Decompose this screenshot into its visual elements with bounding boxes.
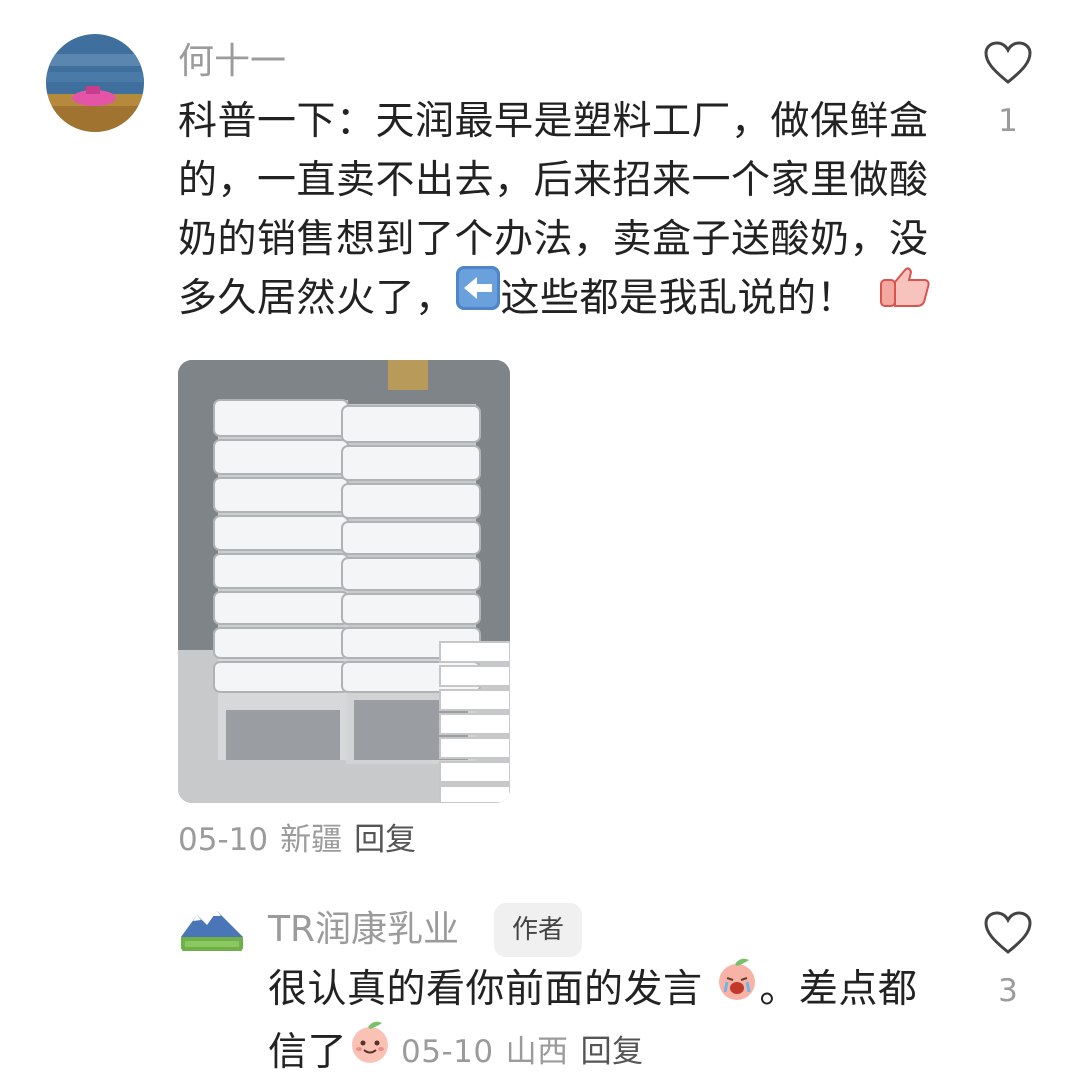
author-name[interactable]: TR润康乳业 [268, 912, 459, 948]
left-arrow-emoji-icon [455, 265, 501, 328]
commenter-avatar[interactable] [46, 34, 144, 132]
reply-line: 很认真的看你前面的发言 。差点都 [268, 958, 918, 1023]
author-avatar[interactable] [177, 897, 247, 967]
like-count: 1 [998, 103, 1018, 139]
comment-line: 多久居然火了， 这些都是我乱说的！ [178, 266, 931, 332]
reply-line-segment: 很认真的看你前面的发言 [268, 967, 703, 1012]
reply-text: 很认真的看你前面的发言 。差点都 信了 05-10 山西 回复 [268, 958, 918, 1086]
reply-line: 信了 05-10 山西 回复 [268, 1021, 917, 1086]
thumbs-up-emoji-icon [879, 266, 931, 327]
comment-photo[interactable] [178, 360, 510, 803]
comment-line-segment: 这些都是我乱说的！ [500, 276, 857, 321]
comment-line-segment: 多久居然火了， [178, 276, 455, 321]
reply-button[interactable]: 回复 [354, 822, 416, 858]
white-trays [439, 641, 510, 803]
heart-icon[interactable] [983, 910, 1033, 956]
heart-icon[interactable] [983, 40, 1033, 86]
reply-date: 05-10 [401, 1034, 494, 1070]
reply-region: 山西 [505, 1034, 569, 1070]
author-badge: 作者 [494, 903, 583, 957]
reply-meta: 05-10 山西 回复 [401, 1034, 644, 1070]
comment-line: 科普一下：天润最早是塑料工厂，做保鲜盒 [178, 99, 929, 144]
comment-line: 奶的销售想到了个办法，卖盒子送酸奶，没 [178, 217, 929, 262]
comment-region: 新疆 [280, 822, 343, 858]
comment-text: 科普一下：天润最早是塑料工厂，做保鲜盒 的，一直卖不出去，后来招来一个家里做酸 … [178, 92, 931, 332]
commenter-name[interactable]: 何十一 [178, 44, 286, 80]
reply-line-segment: 。差点都 [759, 967, 918, 1012]
crying-peach-emoji-icon [715, 956, 759, 1019]
reply-button[interactable]: 回复 [581, 1034, 644, 1070]
smiling-peach-emoji-icon [347, 1019, 393, 1082]
reply-line-segment: 信了 [268, 1030, 348, 1075]
like-count: 3 [998, 973, 1018, 1009]
comment-line: 的，一直卖不出去，后来招来一个家里做酸 [178, 158, 929, 203]
comment-date: 05-10 [178, 822, 269, 858]
comment-meta: 05-10 新疆 回复 [178, 825, 416, 856]
